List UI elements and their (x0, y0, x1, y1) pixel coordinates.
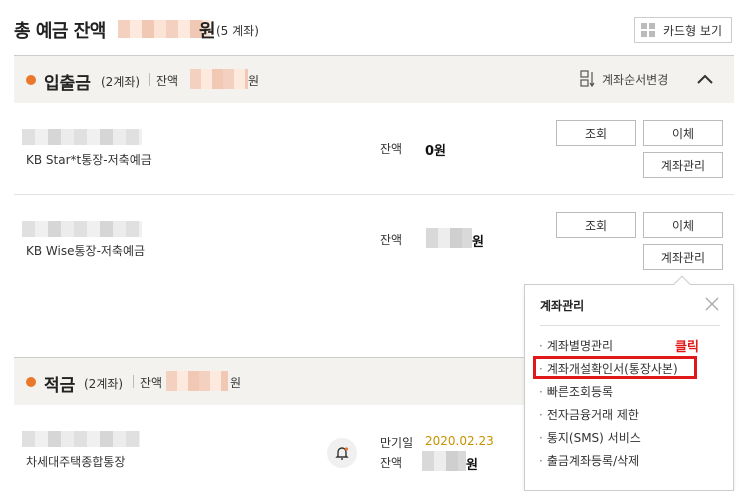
inquiry-button[interactable]: 조회 (556, 212, 636, 238)
account-number-masked (22, 221, 142, 237)
inquiry-button[interactable]: 조회 (556, 120, 636, 146)
balance-label: 잔액 (380, 456, 403, 470)
transfer-button[interactable]: 이체 (643, 212, 723, 238)
savings-balance-label: 잔액 (140, 376, 163, 390)
reorder-icon (580, 70, 595, 88)
deposit-section-count: (2계좌) (101, 75, 141, 89)
savings-balance-unit: 원 (230, 376, 242, 390)
account-name: KB Star*t통장-저축예금 (26, 153, 152, 167)
savings-section-count: (2계좌) (84, 377, 124, 391)
maturity-date: 2020.02.23 (425, 434, 494, 448)
account-number-masked (22, 431, 140, 447)
menu-item-sms-service[interactable]: · 통지(SMS) 서비스 (539, 429, 641, 446)
divider (540, 325, 720, 326)
bell-glyph (335, 447, 349, 460)
close-icon[interactable] (705, 297, 719, 311)
chevron-up-icon[interactable] (694, 68, 716, 90)
deposit-balance-label: 잔액 (156, 74, 179, 88)
bell-icon[interactable] (327, 438, 357, 468)
card-view-button[interactable]: 카드형 보기 (634, 17, 732, 43)
account-name: KB Wise통장-저축예금 (26, 244, 146, 258)
divider (149, 73, 150, 86)
grid-icon (641, 23, 655, 37)
account-manage-button[interactable]: 계좌관리 (643, 152, 723, 178)
deposit-section-header: 입출금 (2계좌) 잔액 원 계좌순서변경 (14, 55, 734, 103)
summary-header: 총 예금 잔액 원 (5 계좌) 카드형 보기 (0, 0, 744, 55)
balance-value: 0원 (425, 144, 447, 159)
menu-item-quick-inquiry[interactable]: · 빠른조회등록 (539, 383, 613, 400)
reorder-accounts-button[interactable]: 계좌순서변경 (580, 70, 668, 88)
account-manage-popup: 계좌관리 · 계좌별명관리 · 계좌개설확인서(통장사본) · 빠른조회등록 · 전자금… (524, 275, 734, 491)
highlight-box (533, 356, 697, 379)
balance-masked (426, 228, 472, 248)
total-account-count: (5 계좌) (216, 24, 259, 38)
account-row: KB Star*t통장-저축예금 잔액 0원 조회 이체 계좌관리 (14, 103, 734, 195)
divider (133, 375, 134, 388)
balance-label: 잔액 (380, 142, 403, 156)
account-number-masked (22, 129, 142, 145)
balance-masked (422, 451, 466, 471)
menu-item-e-banking-limit[interactable]: · 전자금융거래 제한 (539, 406, 639, 423)
account-row: KB Wise통장-저축예금 잔액 원 조회 이체 계좌관리 (14, 195, 734, 287)
balance-label: 잔액 (380, 233, 403, 247)
deposit-section-name: 입출금 (44, 74, 91, 94)
total-balance-masked (118, 20, 210, 38)
balance-unit: 원 (466, 458, 478, 473)
maturity-label: 만기일 (380, 436, 414, 450)
account-manage-button[interactable]: 계좌관리 (643, 244, 723, 270)
click-annotation: 클릭 (675, 340, 699, 355)
total-balance-unit: 원 (199, 21, 216, 42)
total-balance-title: 총 예금 잔액 (14, 21, 106, 42)
section-dot (26, 377, 36, 387)
deposit-balance-unit: 원 (248, 74, 260, 88)
reorder-label: 계좌순서변경 (602, 72, 669, 87)
card-view-label: 카드형 보기 (663, 23, 723, 38)
section-dot (26, 75, 36, 85)
account-name: 차세대주택종합통장 (26, 455, 126, 469)
transfer-button[interactable]: 이체 (643, 120, 723, 146)
popup-title: 계좌관리 (540, 299, 585, 313)
savings-balance-masked (166, 371, 228, 391)
menu-item-nickname[interactable]: · 계좌별명관리 (539, 337, 613, 354)
balance-unit: 원 (472, 235, 484, 250)
savings-section-name: 적금 (44, 376, 76, 396)
deposit-balance-masked (190, 69, 248, 89)
menu-item-withdrawal-account[interactable]: · 출금계좌등록/삭제 (539, 452, 639, 469)
